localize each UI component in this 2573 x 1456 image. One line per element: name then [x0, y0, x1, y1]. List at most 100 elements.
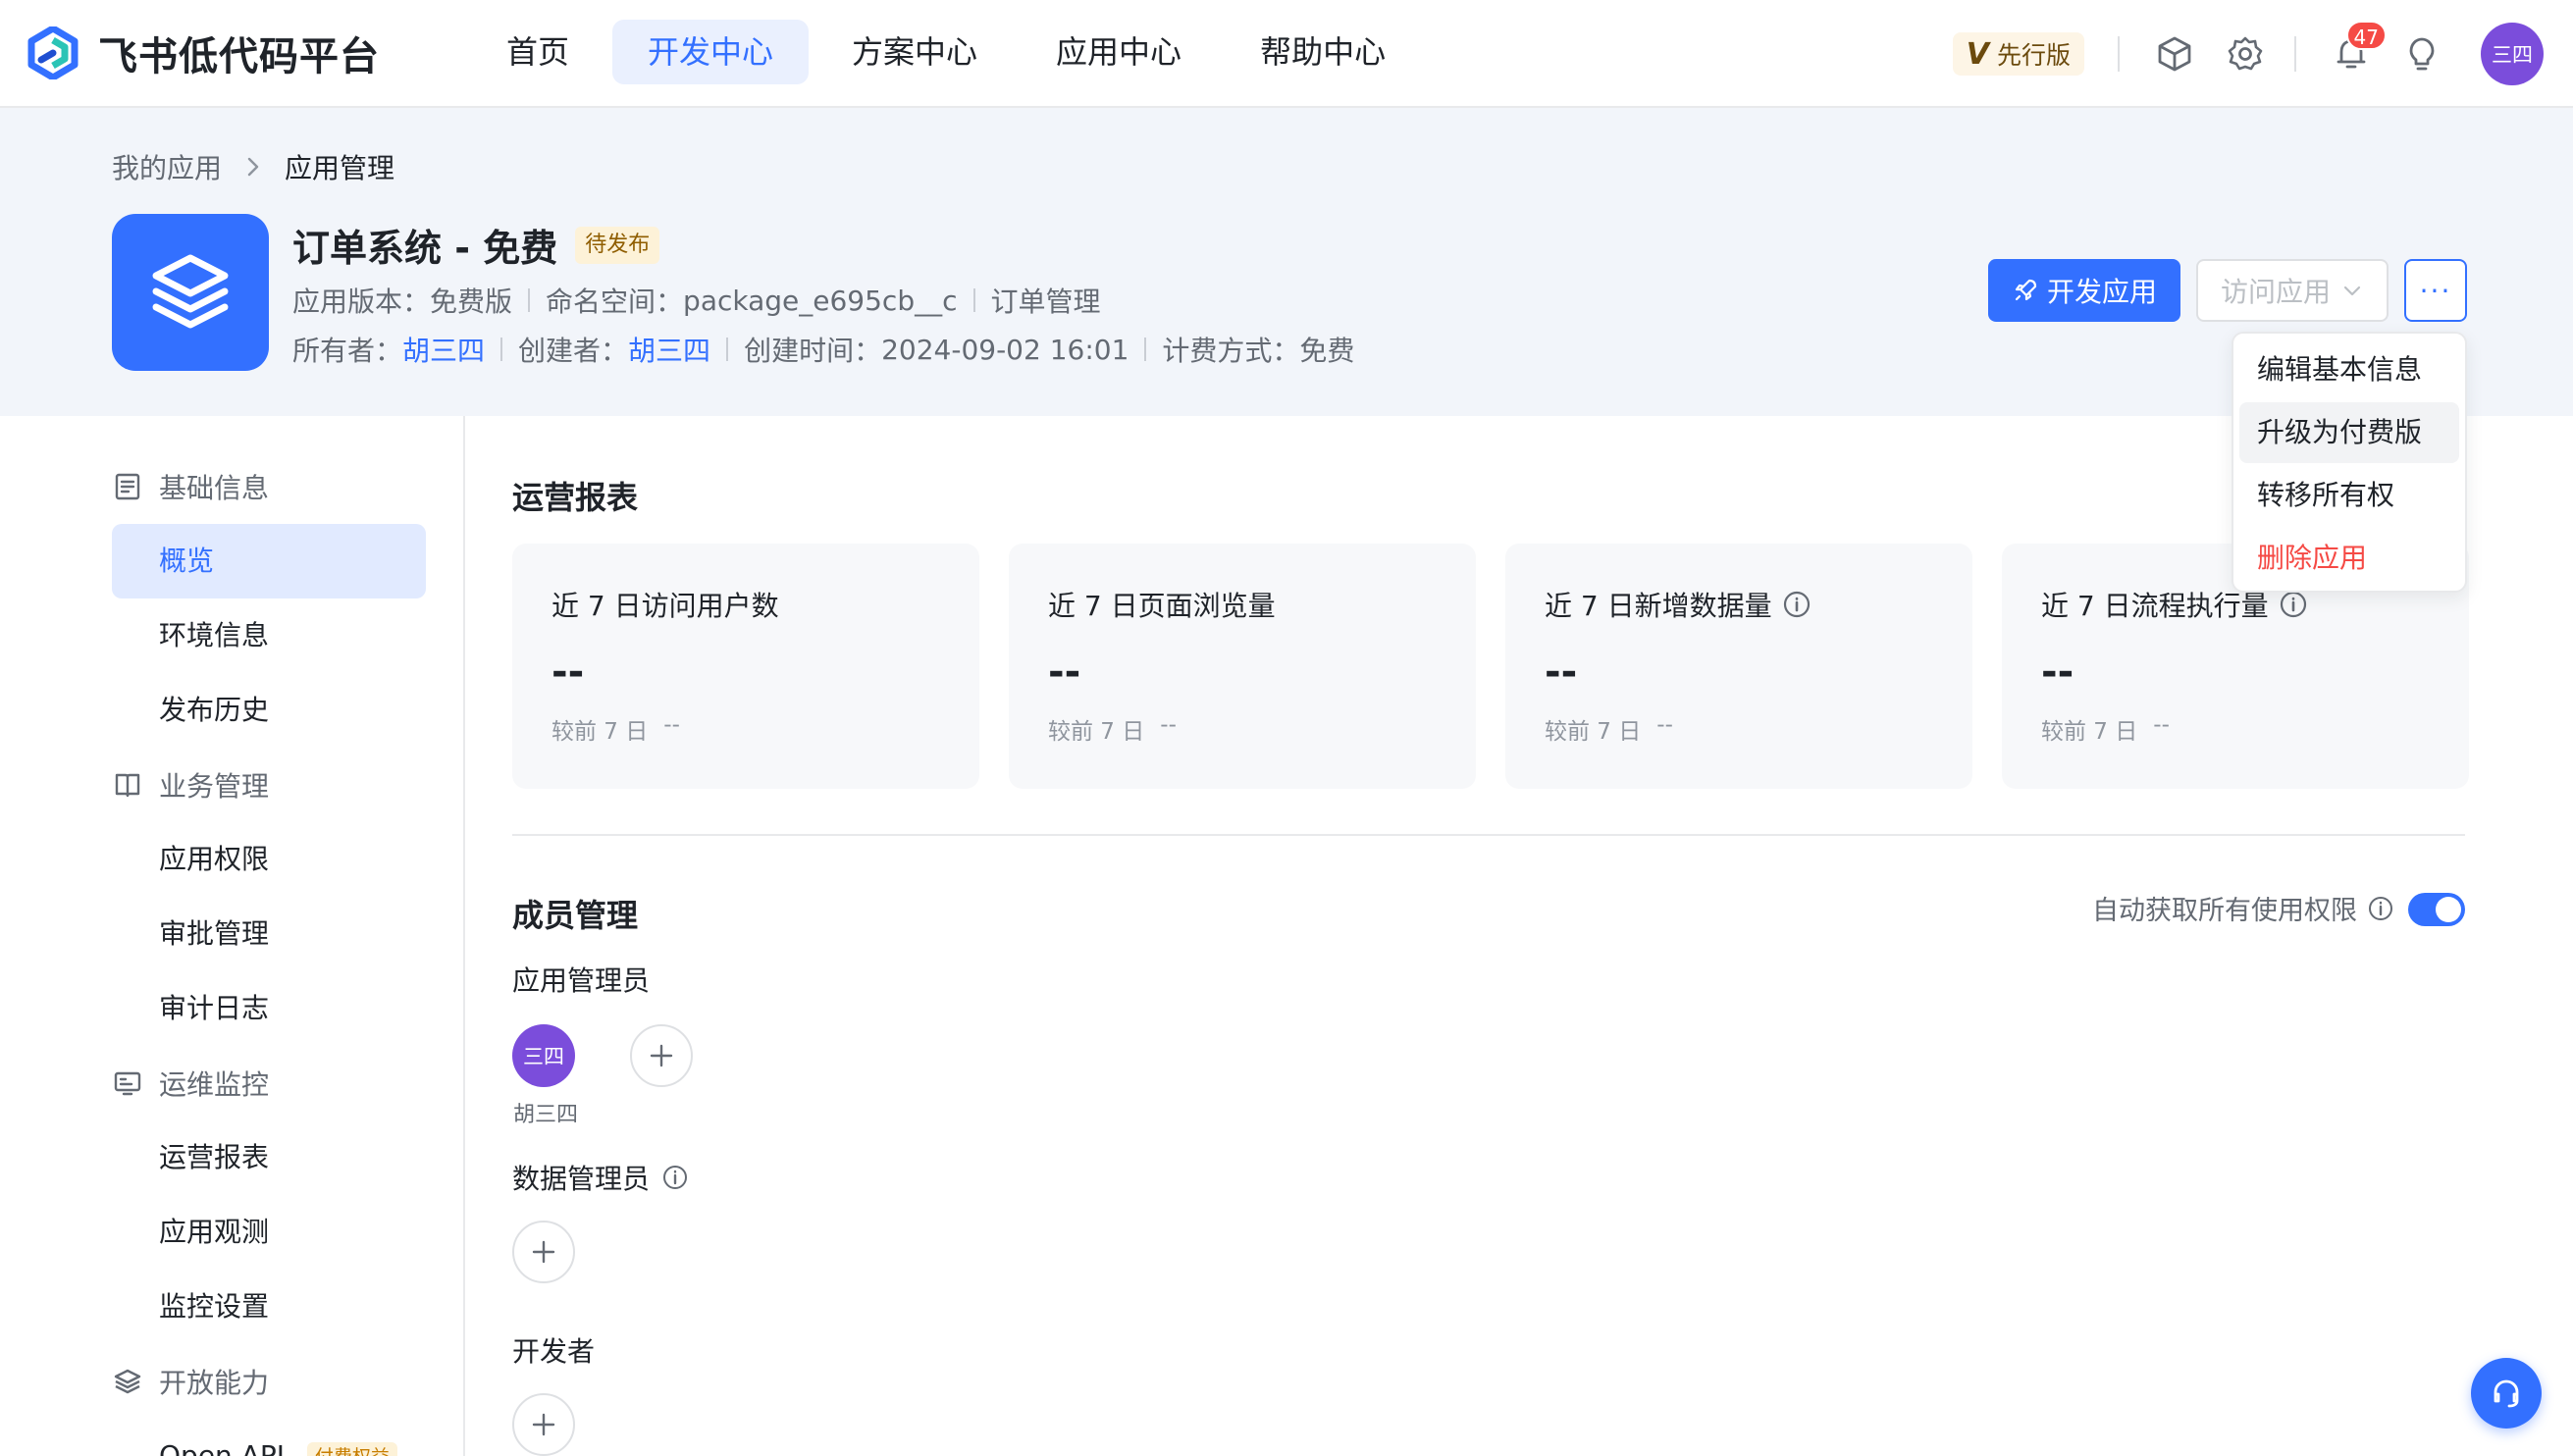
add-data-admin-button[interactable]	[512, 1221, 575, 1283]
metric-compare: 较前 7 日 --	[1048, 712, 1177, 745]
data-admin-label: 数据管理员	[512, 1158, 689, 1197]
visit-app-label: 访问应用	[2220, 276, 2331, 308]
breadcrumb-my-apps[interactable]: 我的应用	[112, 147, 222, 186]
metric-compare: 较前 7 日 --	[2041, 712, 2170, 745]
visit-app-button[interactable]: 访问应用	[2196, 259, 2389, 322]
brand-name: 飞书低代码平台	[98, 34, 380, 79]
auto-permission-setting: 自动获取所有使用权限	[2092, 889, 2394, 927]
meta-divider	[1144, 338, 1147, 361]
metric-card: 近 7 日访问用户数 -- 较前 7 日 --	[512, 544, 979, 789]
creator-label: 创建者：	[518, 335, 629, 367]
sidebar-item-app-permissions[interactable]: 应用权限	[112, 822, 426, 897]
sidebar-item-approval[interactable]: 审批管理	[112, 897, 426, 971]
auto-permission-label: 自动获取所有使用权限	[2092, 896, 2357, 926]
menu-item-upgrade-paid[interactable]: 升级为付费版	[2239, 402, 2459, 463]
members-section-title: 成员管理	[512, 897, 639, 934]
chevron-down-icon	[2343, 286, 2361, 296]
monitor-icon	[114, 1071, 141, 1096]
plus-icon	[532, 1413, 555, 1436]
metric-value: --	[551, 650, 585, 695]
app-title-row: 订单系统 - 免费 待发布	[292, 218, 660, 272]
breadcrumb: 我的应用 应用管理	[112, 147, 394, 186]
nav-item-dev-center[interactable]: 开发中心	[612, 20, 810, 84]
top-navigation-bar: 飞书低代码平台 首页 开发中心 方案中心 应用中心 帮助中心 V 先行版 47 …	[0, 0, 2573, 108]
vip-label: 先行版	[1996, 41, 2071, 70]
brand-logo[interactable]: 飞书低代码平台	[27, 25, 380, 81]
main-nav: 首页 开发中心 方案中心 应用中心 帮助中心	[471, 20, 1429, 84]
avatar[interactable]: 三四	[512, 1024, 575, 1087]
app-meta-row-2: 所有者： 胡三四 创建者： 胡三四 创建时间： 2024-09-02 16:01…	[292, 330, 1354, 369]
lightbulb-icon[interactable]	[2400, 32, 2443, 76]
plus-icon	[650, 1044, 673, 1067]
sidebar-item-label: Open API	[159, 1439, 285, 1456]
support-chat-button[interactable]	[2471, 1358, 2542, 1429]
headset-icon	[2494, 1379, 2519, 1408]
app-header: 我的应用 应用管理 订单系统 - 免费 待发布 应用版本： 免费版 命名空间： …	[0, 108, 2573, 416]
menu-item-edit-basic-info[interactable]: 编辑基本信息	[2239, 339, 2459, 400]
creator-link[interactable]: 胡三四	[628, 330, 710, 369]
info-icon[interactable]	[2279, 590, 2308, 619]
nav-item-solution-center[interactable]: 方案中心	[816, 20, 1013, 84]
metric-label: 近 7 日访问用户数	[551, 590, 779, 622]
more-actions-button[interactable]: ···	[2404, 259, 2467, 322]
report-cards: 近 7 日访问用户数 -- 较前 7 日 -- 近 7 日页面浏览量 -- 较前 …	[512, 544, 2498, 789]
more-actions-menu: 编辑基本信息 升级为付费版 转移所有权 删除应用	[2232, 332, 2467, 593]
menu-item-transfer-ownership[interactable]: 转移所有权	[2239, 465, 2459, 526]
owner-link[interactable]: 胡三四	[402, 330, 485, 369]
billing-label: 计费方式：	[1162, 335, 1300, 367]
layers-icon	[152, 254, 229, 329]
nav-item-app-center[interactable]: 应用中心	[1021, 20, 1217, 84]
layers-icon	[114, 1369, 141, 1394]
sidebar-group-label: 基础信息	[159, 472, 270, 504]
namespace-label: 命名空间：	[546, 286, 684, 318]
sidebar-item-environment[interactable]: 环境信息	[112, 598, 426, 673]
report-section-title: 运营报表	[512, 479, 639, 516]
meta-divider	[726, 338, 729, 361]
namespace-value: package_e695cb__c	[683, 284, 958, 317]
package-icon[interactable]	[2153, 32, 2196, 76]
toolbar-divider	[2294, 36, 2296, 72]
sidebar-item-operation-report[interactable]: 运营报表	[112, 1120, 426, 1195]
sidebar-item-audit-log[interactable]: 审计日志	[112, 971, 426, 1046]
sidebar-item-app-observe[interactable]: 应用观测	[112, 1195, 426, 1270]
sidebar-item-release-history[interactable]: 发布历史	[112, 673, 426, 748]
chevron-right-icon	[247, 157, 259, 177]
info-icon[interactable]	[1782, 590, 1812, 619]
add-developer-button[interactable]	[512, 1393, 575, 1456]
developer-label: 开发者	[512, 1335, 596, 1368]
info-icon[interactable]	[661, 1164, 689, 1191]
sidebar-group-label: 开放能力	[159, 1367, 270, 1399]
admin-member-name: 胡三四	[512, 1103, 578, 1127]
user-avatar[interactable]: 三四	[2481, 23, 2544, 85]
created-value: 2024-09-02 16:01	[881, 333, 1129, 366]
meta-divider	[972, 288, 975, 312]
nav-item-help-center[interactable]: 帮助中心	[1225, 20, 1421, 84]
develop-app-button[interactable]: 开发应用	[1988, 259, 2180, 322]
sidebar-item-overview[interactable]: 概览	[112, 524, 426, 598]
meta-divider	[528, 288, 531, 312]
sidebar-group-open-capability: 开放能力	[112, 1362, 269, 1401]
toolbar-divider	[2118, 36, 2120, 72]
app-category: 订单管理	[990, 286, 1101, 318]
sidebar-item-open-api[interactable]: Open API 付费权益	[112, 1419, 426, 1456]
sidebar-group-business: 业务管理	[112, 765, 269, 805]
bell-icon[interactable]: 47	[2330, 21, 2387, 76]
sidebar-item-monitor-settings[interactable]: 监控设置	[112, 1270, 426, 1344]
brand-logo-icon	[27, 26, 79, 79]
section-divider	[512, 834, 2465, 836]
info-icon[interactable]	[2367, 895, 2394, 922]
book-icon	[115, 773, 140, 798]
app-meta-row-1: 应用版本： 免费版 命名空间： package_e695cb__c 订单管理	[292, 281, 1101, 320]
metric-value: --	[2041, 650, 2074, 695]
app-admin-label: 应用管理员	[512, 964, 651, 997]
menu-item-delete-app[interactable]: 删除应用	[2239, 528, 2459, 589]
billing-value: 免费	[1299, 335, 1355, 367]
metric-label: 近 7 日新增数据量	[1545, 585, 1812, 624]
nav-item-home[interactable]: 首页	[471, 20, 604, 84]
owner-label: 所有者：	[292, 335, 403, 367]
preview-edition-badge[interactable]: V 先行版	[1952, 32, 2084, 76]
gear-icon[interactable]	[2224, 32, 2267, 76]
sidebar-group-basic-info: 基础信息	[112, 467, 269, 506]
add-app-admin-button[interactable]	[630, 1024, 693, 1087]
auto-permission-toggle[interactable]	[2408, 893, 2465, 926]
